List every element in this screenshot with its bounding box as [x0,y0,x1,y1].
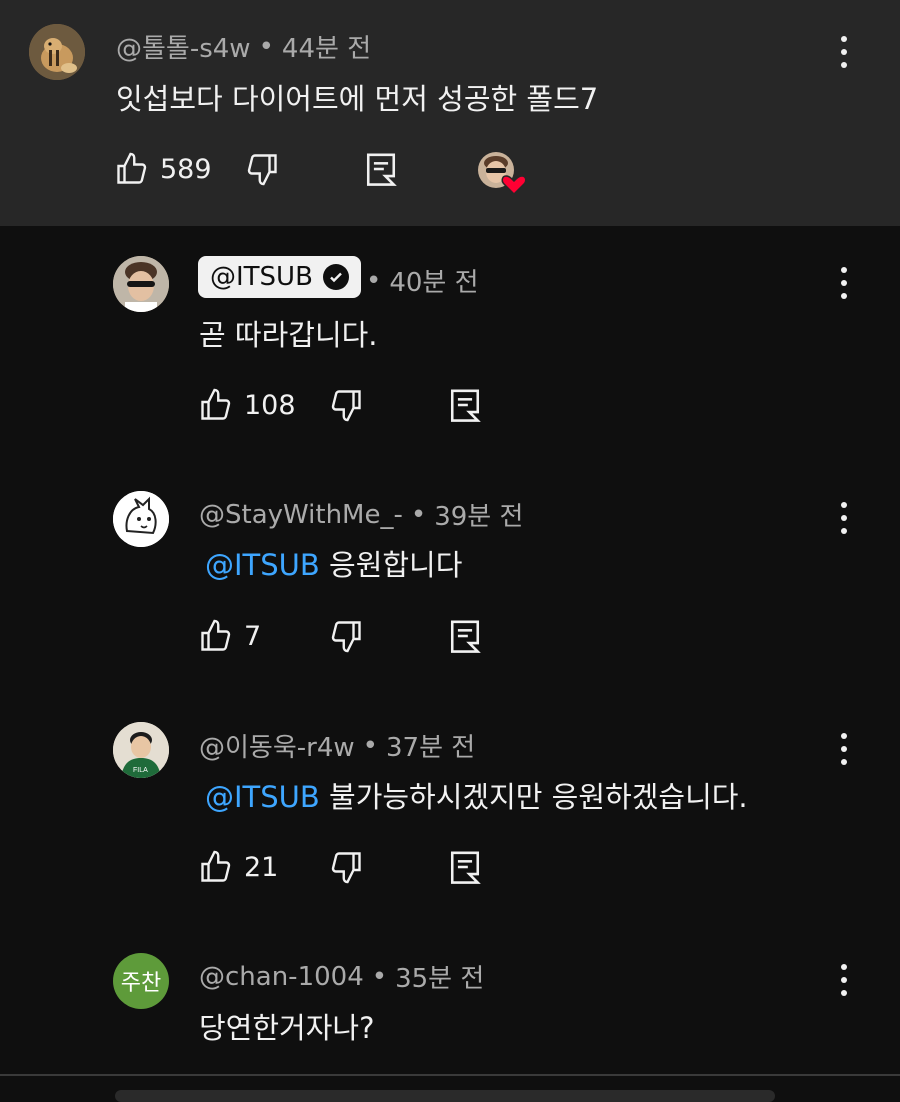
mention-link[interactable]: @ITSUB [205,780,320,814]
separator: • [366,265,382,296]
dislike-button[interactable] [328,386,364,424]
comment-meta: • 40분 전 [366,262,479,299]
comment-text: 곧 따라갑니다. [199,318,378,352]
author-handle[interactable]: @톨톨-s4w [116,28,251,65]
dislike-button[interactable] [244,150,280,188]
thumbs-up-icon [117,152,147,184]
comment-reply-icon [450,851,481,884]
comment-body: 응원합니다 [319,548,463,582]
separator: • [258,31,274,62]
mention-link[interactable]: @ITSUB [205,548,320,582]
dislike-button[interactable] [328,617,364,655]
person-avatar-icon [113,256,169,312]
person-avatar-icon: FILA [113,722,169,778]
highlighted-comment: @톨톨-s4w • 44분 전 잇섭보다 다이어트에 먼저 성공한 폴드7 58… [0,0,900,226]
creator-heart [476,150,528,196]
author-handle[interactable]: @이동욱-r4w [199,727,355,764]
thumbs-down-icon [331,390,361,422]
like-count: 108 [244,389,296,421]
comment-meta: @chan-1004 • 35분 전 [199,958,484,995]
comment-meta: @이동욱-r4w • 37분 전 [199,727,475,764]
comment-reply-icon [450,620,481,653]
more-options-button[interactable] [834,960,854,1000]
channel-owner-badge[interactable]: @ITSUB [198,256,361,298]
avatar[interactable] [113,491,169,547]
reply-button[interactable] [448,617,482,655]
comment-time[interactable]: 39분 전 [434,496,523,533]
comment-actions: 108 [198,386,498,430]
comment-actions: 21 [198,848,498,892]
comment-text: @ITSUB 응원합니다 [199,542,462,584]
like-count: 7 [244,620,262,652]
author-handle: @ITSUB [210,262,313,292]
bottom-bar [0,1074,900,1102]
avatar[interactable]: 주찬 [113,953,169,1009]
comment-body: 불가능하시겠지만 응원하겠습니다. [319,780,748,814]
avatar[interactable] [113,256,169,312]
verified-check-icon [322,264,349,290]
like-button[interactable]: 589 [114,150,212,188]
thumbs-down-icon [247,154,277,186]
separator: • [362,730,378,761]
thumbs-up-icon [201,619,231,651]
separator: • [410,499,427,530]
author-handle[interactable]: @StayWithMe_- [199,500,403,530]
reply-button[interactable] [448,848,482,886]
like-button[interactable]: 21 [198,848,278,886]
dislike-button[interactable] [328,848,364,886]
comment-text: 잇섭보다 다이어트에 먼저 성공한 폴드7 [116,82,599,116]
creator-heart-icon [478,152,527,196]
svg-text:FILA: FILA [133,767,148,774]
more-options-button[interactable] [834,729,854,769]
comment-time[interactable]: 40분 전 [389,262,478,299]
chipmunk-avatar-icon [29,24,85,80]
comment-meta: @톨톨-s4w • 44분 전 [116,28,371,65]
thumbs-up-icon [201,388,231,420]
comment-meta: @StayWithMe_- • 39분 전 [199,496,523,533]
comment-time[interactable]: 44분 전 [282,28,371,65]
more-options-button[interactable] [834,263,854,303]
more-options-button[interactable] [834,498,854,538]
comment-text: @ITSUB 불가능하시겠지만 응원하겠습니다. [199,774,748,816]
like-count: 21 [244,851,279,883]
separator: • [371,961,388,992]
more-options-button[interactable] [834,32,854,72]
like-button[interactable]: 7 [198,617,261,655]
comment-reply-icon [450,389,481,422]
reply-button[interactable] [364,150,398,188]
like-count: 589 [160,153,212,185]
avatar[interactable] [29,24,85,80]
bottom-input-edge[interactable] [115,1090,775,1102]
comment-actions: 589 [114,150,534,196]
author-handle[interactable]: @chan-1004 [199,962,364,992]
like-button[interactable]: 108 [198,386,296,424]
comment-actions: 7 [198,617,498,661]
thumbs-down-icon [331,621,361,653]
cartoon-avatar-icon [113,491,169,547]
comment-time[interactable]: 35분 전 [395,958,484,995]
avatar[interactable]: FILA [113,722,169,778]
comment-text: 당연한거자나? [199,1011,375,1045]
avatar-initials: 주찬 [113,953,169,1009]
comment-time[interactable]: 37분 전 [386,727,475,764]
thumbs-up-icon [201,850,231,882]
reply-button[interactable] [448,386,482,424]
comment-reply-icon [366,153,397,186]
thumbs-down-icon [331,852,361,884]
